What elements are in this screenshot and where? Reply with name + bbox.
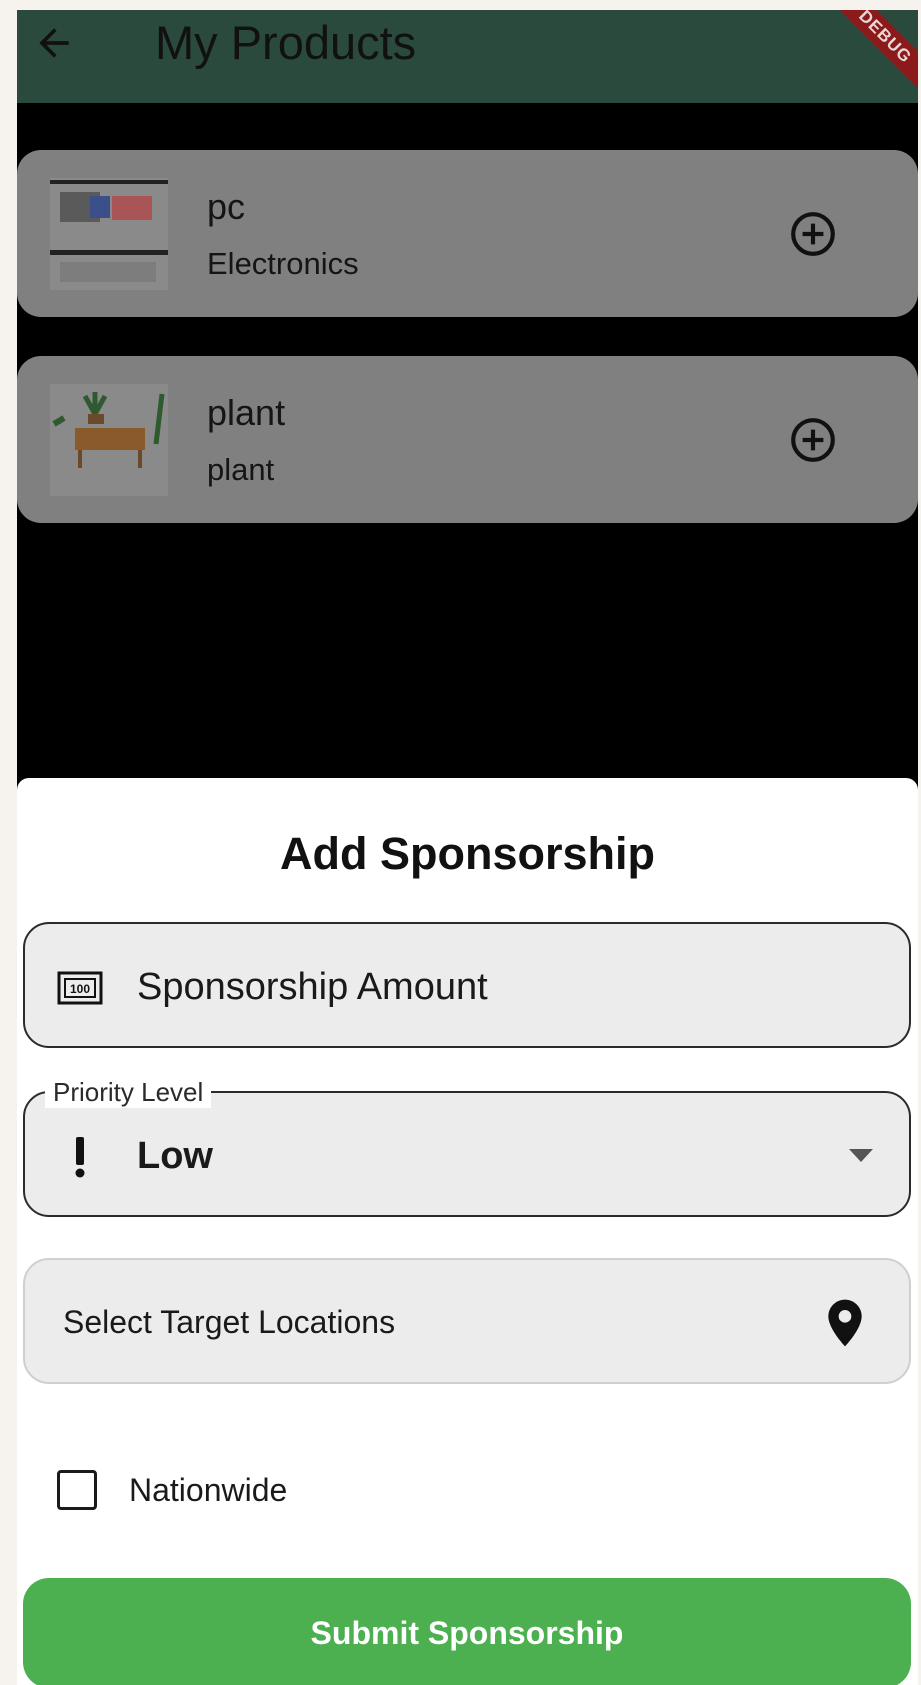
target-locations-placeholder: Select Target Locations	[63, 1304, 396, 1340]
priority-level-value: Low	[137, 1135, 213, 1177]
sponsorship-amount-field[interactable]: 100 Sponsorship Amount	[23, 922, 911, 1048]
nationwide-checkbox[interactable]	[57, 1470, 97, 1510]
add-sponsorship-button[interactable]	[788, 209, 838, 259]
add-sponsorship-button[interactable]	[788, 415, 838, 465]
product-card[interactable]: pc Electronics	[17, 150, 918, 317]
chevron-down-icon	[849, 1149, 873, 1162]
product-thumbnail	[50, 384, 168, 496]
location-pin-icon[interactable]	[825, 1298, 865, 1348]
svg-text:100: 100	[70, 982, 90, 996]
debug-banner: DEBUG	[829, 10, 918, 93]
product-card[interactable]: plant plant	[17, 356, 918, 523]
add-sponsorship-sheet: Add Sponsorship 100 Sponsorship Amount P…	[17, 778, 918, 1685]
arrow-left-icon	[39, 28, 69, 58]
priority-level-label: Priority Level	[45, 1077, 212, 1108]
add-circle-icon	[791, 212, 835, 256]
submit-sponsorship-button[interactable]: Submit Sponsorship	[23, 1578, 911, 1685]
sponsorship-amount-placeholder: Sponsorship Amount	[137, 966, 488, 1008]
product-name: plant	[207, 392, 286, 433]
app-screen: My Products DEBUG pc Electronics plant p…	[17, 10, 918, 1685]
add-circle-icon	[791, 418, 835, 462]
page-title: My Products	[155, 16, 417, 69]
back-button[interactable]	[29, 18, 79, 68]
nationwide-label: Nationwide	[129, 1472, 288, 1508]
product-category: Electronics	[207, 246, 359, 281]
app-bar: My Products DEBUG	[17, 10, 918, 103]
priority-exclamation-icon	[55, 1135, 105, 1179]
product-name: pc	[207, 186, 246, 227]
product-thumbnail	[50, 178, 168, 290]
sheet-title: Add Sponsorship	[280, 828, 655, 879]
target-locations-field[interactable]: Select Target Locations	[23, 1258, 911, 1384]
product-category: plant	[207, 452, 275, 487]
money-icon: 100	[55, 966, 105, 1010]
priority-level-dropdown[interactable]: Priority Level Low	[23, 1077, 911, 1217]
